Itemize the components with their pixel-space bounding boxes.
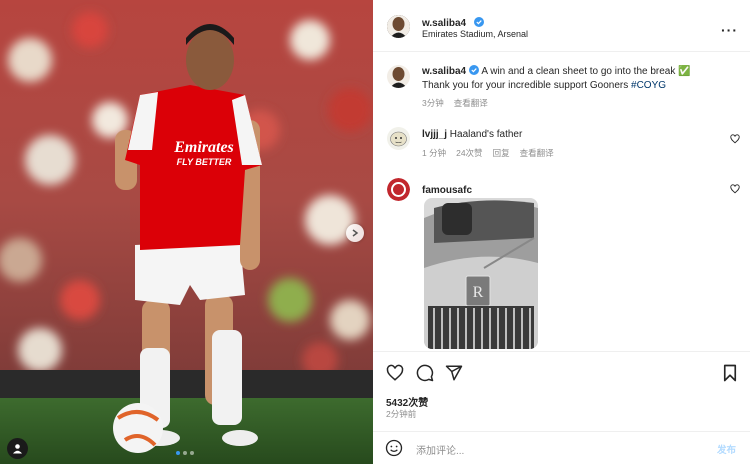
comment-input[interactable]: 添加评论... — [416, 442, 464, 457]
carousel-dots — [176, 451, 194, 455]
author-username[interactable]: w.saliba4 — [422, 18, 466, 29]
post-location[interactable]: Emirates Stadium, Arsenal — [422, 29, 528, 39]
author-avatar[interactable] — [387, 15, 410, 38]
shirt-sponsor-tagline: FLY BETTER — [177, 157, 232, 167]
heart-icon[interactable] — [386, 364, 404, 382]
post-actions: 5432次赞 2分钟前 — [373, 351, 750, 431]
post-photo: Emirates FLY BETTER — [0, 0, 373, 464]
comment-item: lvjjj_j Haaland's father 1 分钟 24次赞 回复 查看… — [422, 128, 722, 159]
caption-avatar[interactable] — [387, 65, 410, 88]
caption: w.saliba4 A win and a clean sheet to go … — [422, 65, 742, 109]
caption-time[interactable]: 3分钟 — [422, 97, 444, 109]
comment-time[interactable]: 1 分钟 — [422, 147, 446, 159]
share-icon[interactable] — [445, 364, 463, 382]
comment-like-heart-icon[interactable] — [730, 134, 740, 144]
caption-text-line2: Thank you for your incredible support Go… — [422, 80, 629, 91]
comment-text: Haaland's father — [449, 129, 523, 140]
comment-item: famousafc — [422, 180, 472, 198]
comment-like-heart-icon[interactable] — [730, 184, 740, 194]
emoji-icon[interactable] — [385, 439, 403, 457]
more-options-button[interactable]: ··· — [721, 22, 738, 38]
comment-avatar[interactable] — [387, 127, 410, 150]
comment-username[interactable]: famousafc — [422, 185, 472, 196]
comment-likes[interactable]: 24次赞 — [456, 147, 482, 159]
next-arrow-icon — [352, 229, 359, 237]
caption-hashtag[interactable]: #COYG — [631, 80, 666, 91]
shirt-sponsor: Emirates — [173, 139, 234, 156]
comment-reply-button[interactable]: 回复 — [493, 147, 510, 159]
user-tag-icon — [13, 444, 22, 454]
post-header: w.saliba4 Emirates Stadium, Arsenal ··· — [373, 0, 750, 52]
verified-icon — [473, 17, 484, 27]
post-side-panel: w.saliba4 Emirates Stadium, Arsenal ··· … — [373, 0, 750, 464]
caption-username[interactable]: w.saliba4 — [422, 66, 466, 77]
likes-count[interactable]: 5432次赞 — [386, 394, 428, 409]
caption-text-line1: A win and a clean sheet to go into the b… — [481, 66, 691, 77]
post-media[interactable]: Emirates FLY BETTER — [0, 0, 373, 464]
svg-text:R: R — [473, 284, 484, 301]
bookmark-icon[interactable] — [722, 364, 738, 382]
more-icon: ··· — [721, 22, 738, 38]
comment-icon[interactable] — [416, 364, 434, 382]
comment-bar: 添加评论... 发布 — [373, 431, 750, 464]
post-time[interactable]: 2分钟前 — [386, 408, 416, 420]
user-tag-button[interactable] — [7, 438, 28, 459]
comment-username[interactable]: lvjjj_j — [422, 129, 447, 140]
comment-image[interactable]: R — [424, 198, 538, 349]
caption-translate-link[interactable]: 查看翻译 — [454, 97, 488, 109]
comment-avatar[interactable] — [387, 178, 410, 201]
comment-translate-link[interactable]: 查看翻译 — [520, 147, 554, 159]
next-photo-button[interactable] — [346, 224, 364, 242]
verified-icon — [469, 65, 480, 75]
post-comment-button[interactable]: 发布 — [717, 442, 736, 456]
